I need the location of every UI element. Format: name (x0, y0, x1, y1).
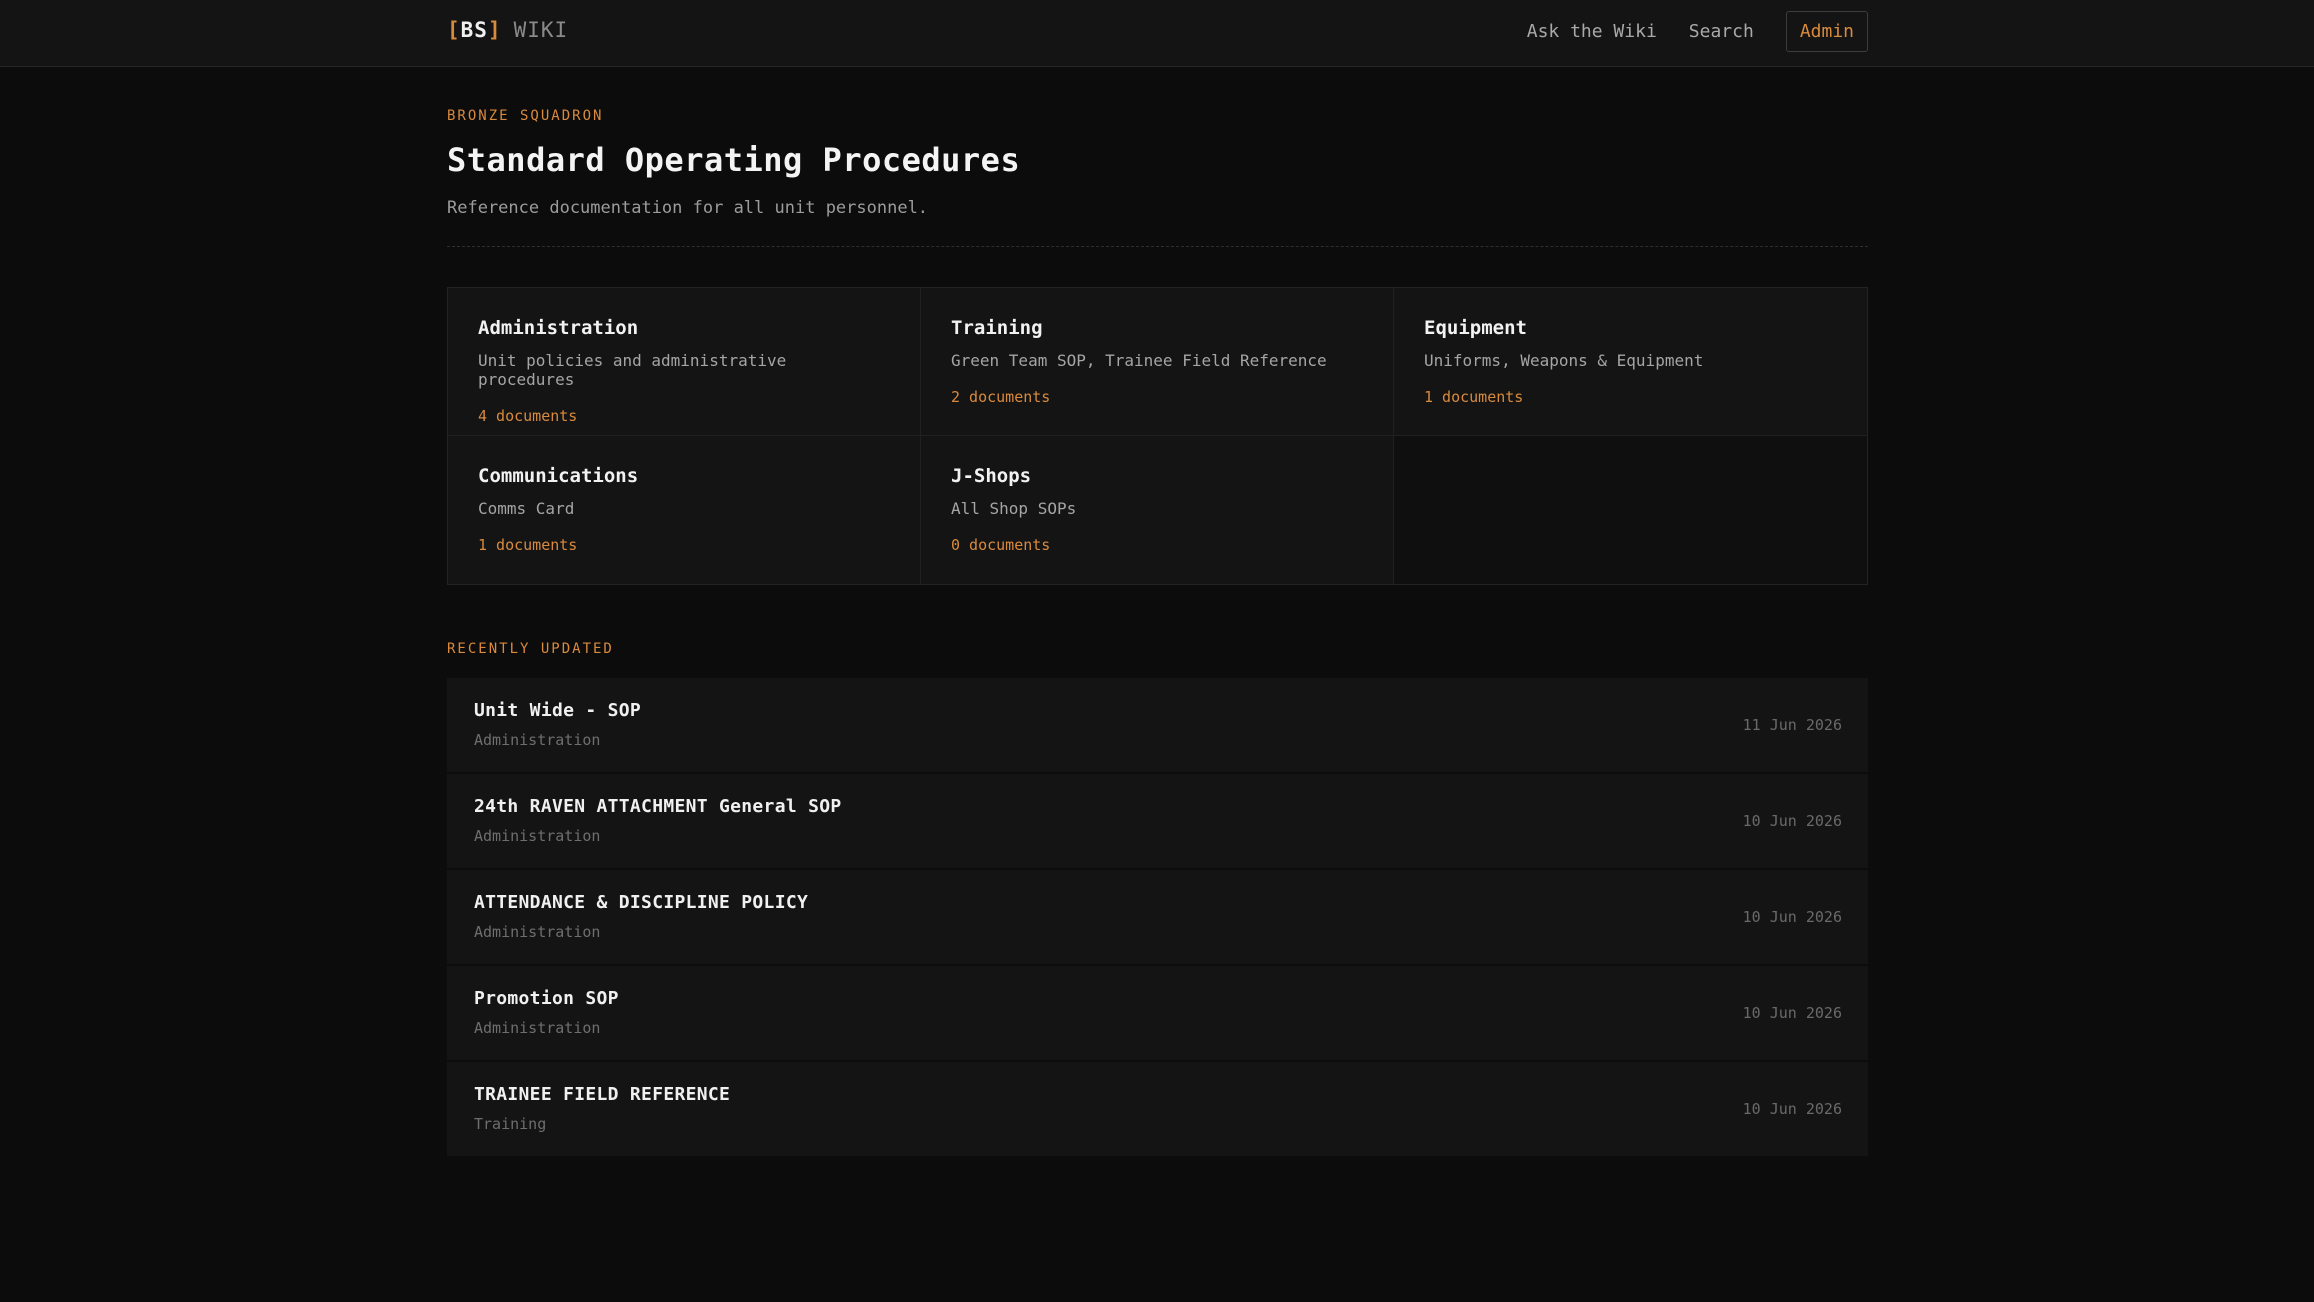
doc-category: Administration (474, 731, 601, 749)
top-nav: Ask the Wiki Search Admin (1527, 11, 1868, 52)
divider (447, 246, 1868, 247)
brand-bracket-open: [ (447, 18, 461, 42)
category-description: Uniforms, Weapons & Equipment (1424, 351, 1704, 370)
category-title: Administration (478, 317, 639, 339)
category-doc-count: 1 documents (1424, 388, 1524, 406)
category-grid: Administration Unit policies and adminis… (447, 287, 1868, 585)
doc-title: 24th RAVEN ATTACHMENT General SOP (474, 796, 842, 817)
category-description: All Shop SOPs (951, 499, 1077, 518)
doc-title: Unit Wide - SOP (474, 700, 642, 721)
list-item[interactable]: Promotion SOP Administration 10 Jun 2026 (447, 966, 1868, 1062)
category-doc-count: 2 documents (951, 388, 1051, 406)
recent-docs-list: Unit Wide - SOP Administration 11 Jun 20… (447, 678, 1868, 1158)
doc-date: 11 Jun 2026 (1742, 716, 1842, 734)
doc-title: TRAINEE FIELD REFERENCE (474, 1084, 731, 1105)
category-title: Equipment (1424, 317, 1527, 339)
category-card-j-shops[interactable]: J-Shops All Shop SOPs 0 documents (921, 436, 1394, 584)
doc-category: Administration (474, 923, 601, 941)
category-card-communications[interactable]: Communications Comms Card 1 documents (448, 436, 921, 584)
top-navbar: [ BS ] WIKI Ask the Wiki Search Admin (0, 0, 2314, 67)
nav-ask-the-wiki[interactable]: Ask the Wiki (1527, 21, 1657, 42)
admin-button[interactable]: Admin (1785, 11, 1868, 52)
brand-bracket-close: ] (487, 18, 502, 42)
doc-title: ATTENDANCE & DISCIPLINE POLICY (474, 892, 809, 913)
brand-logo[interactable]: [ BS ] WIKI (447, 18, 568, 42)
category-card-equipment[interactable]: Equipment Uniforms, Weapons & Equipment … (1394, 288, 1867, 436)
category-doc-count: 1 documents (478, 536, 578, 554)
category-title: Communications (478, 465, 639, 487)
list-item[interactable]: Unit Wide - SOP Administration 11 Jun 20… (447, 678, 1868, 774)
category-card-training[interactable]: Training Green Team SOP, Trainee Field R… (921, 288, 1394, 436)
recently-updated-label: RECENTLY UPDATED (447, 641, 614, 657)
brand-wiki-label: WIKI (513, 18, 569, 42)
doc-category: Training (474, 1115, 547, 1133)
doc-category: Administration (474, 1019, 601, 1037)
doc-title: Promotion SOP (474, 988, 619, 1009)
doc-date: 10 Jun 2026 (1742, 1004, 1842, 1022)
category-description: Unit policies and administrative procedu… (478, 351, 787, 389)
category-doc-count: 0 documents (951, 536, 1051, 554)
nav-search[interactable]: Search (1689, 21, 1754, 42)
category-card-administration[interactable]: Administration Unit policies and adminis… (448, 288, 921, 436)
page-subtitle: Reference documentation for all unit per… (447, 198, 929, 218)
category-title: Training (951, 317, 1043, 339)
doc-category: Administration (474, 827, 601, 845)
doc-date: 10 Jun 2026 (1742, 908, 1842, 926)
list-item[interactable]: 24th RAVEN ATTACHMENT General SOP Admini… (447, 774, 1868, 870)
unit-eyebrow: BRONZE SQUADRON (447, 108, 604, 124)
main-content: BRONZE SQUADRON Standard Operating Proce… (447, 67, 1868, 1158)
brand-initials: BS (460, 18, 488, 42)
category-description: Green Team SOP, Trainee Field Reference (951, 351, 1327, 370)
category-doc-count: 4 documents (478, 407, 578, 425)
category-title: J-Shops (951, 465, 1032, 487)
doc-date: 10 Jun 2026 (1742, 1100, 1842, 1118)
page-title: Standard Operating Procedures (447, 141, 1021, 179)
list-item[interactable]: TRAINEE FIELD REFERENCE Training 10 Jun … (447, 1062, 1868, 1158)
list-item[interactable]: ATTENDANCE & DISCIPLINE POLICY Administr… (447, 870, 1868, 966)
category-description: Comms Card (478, 499, 575, 518)
doc-date: 10 Jun 2026 (1742, 812, 1842, 830)
empty-grid-cell (1394, 436, 1867, 584)
